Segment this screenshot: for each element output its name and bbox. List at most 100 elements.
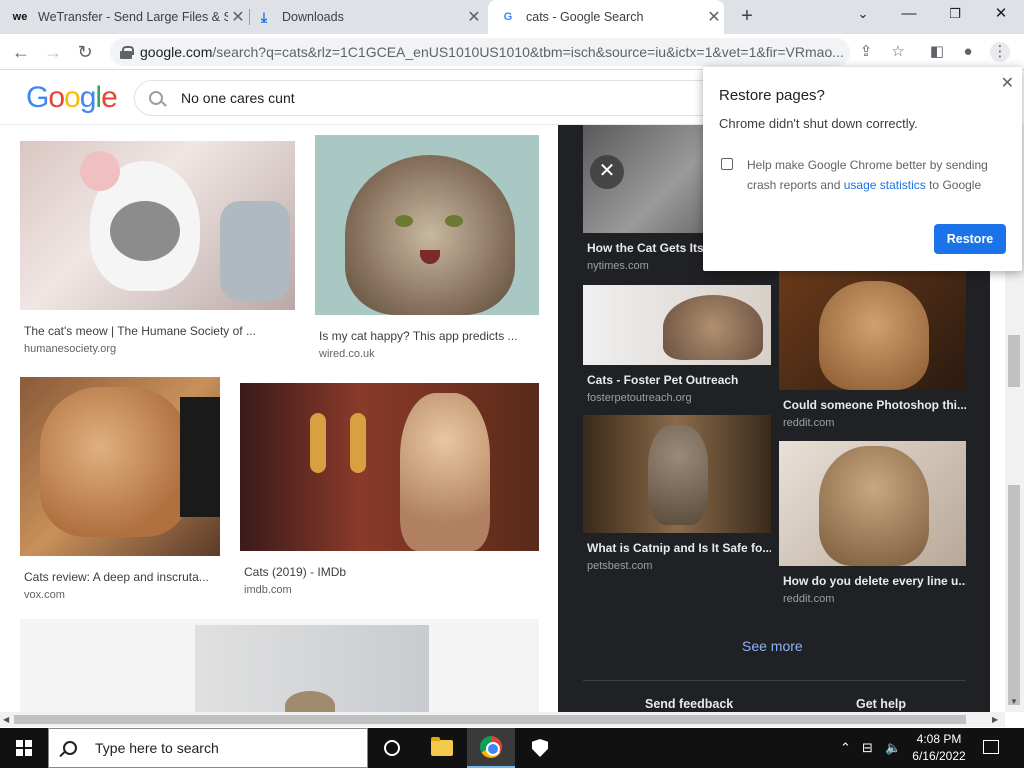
- wetransfer-icon: we: [12, 11, 28, 23]
- result-card[interactable]: Cats review: A deep and inscruta... vox.…: [20, 377, 220, 601]
- result-caption[interactable]: Cats review: A deep and inscruta...: [20, 570, 220, 584]
- result-caption[interactable]: Cats (2019) - IMDb: [240, 565, 539, 579]
- browser-toolbar: ← → ↻ google.com/search?q=cats&rlz=1C1GC…: [0, 34, 1024, 70]
- horizontal-scrollbar[interactable]: ◀ ▶: [0, 712, 1005, 727]
- tab-search-icon[interactable]: ⌄: [840, 0, 886, 30]
- usage-statistics-link[interactable]: usage statistics: [844, 178, 926, 192]
- scroll-thumb[interactable]: [1008, 335, 1020, 387]
- network-icon[interactable]: ⊟: [862, 740, 873, 756]
- result-caption[interactable]: The cat's meow | The Humane Society of .…: [20, 324, 295, 338]
- scroll-thumb[interactable]: [1008, 485, 1020, 705]
- result-card[interactable]: The cat's meow | The Humane Society of .…: [20, 141, 295, 355]
- preview-item[interactable]: What is Catnip and Is It Safe fo... pets…: [583, 415, 771, 572]
- download-icon: ⤓: [260, 8, 268, 25]
- preview-image[interactable]: [779, 271, 966, 390]
- result-source: wired.co.uk: [319, 348, 375, 360]
- security-taskbar-button[interactable]: [516, 728, 564, 768]
- preview-title[interactable]: How do you delete every line u...: [779, 574, 966, 588]
- share-icon[interactable]: ⇪: [856, 42, 876, 62]
- chevron-up-icon[interactable]: ⌃: [840, 740, 851, 756]
- bookmark-star-icon[interactable]: ☆: [888, 42, 908, 62]
- get-help-link[interactable]: Get help: [856, 697, 906, 711]
- volume-icon[interactable]: 🔈: [885, 740, 901, 756]
- preview-image[interactable]: [779, 441, 966, 566]
- search-icon[interactable]: [149, 91, 163, 105]
- close-tab-icon[interactable]: ✕: [464, 7, 484, 27]
- close-tab-icon[interactable]: ✕: [228, 7, 248, 27]
- result-image[interactable]: [20, 141, 295, 310]
- preview-source: fosterpetoutreach.org: [587, 392, 692, 404]
- scroll-right-arrow[interactable]: ▶: [992, 715, 998, 724]
- preview-item[interactable]: Cats - Foster Pet Outreach fosterpetoutr…: [583, 285, 771, 404]
- menu-kebab-icon[interactable]: ⋮: [990, 42, 1010, 62]
- close-preview-icon[interactable]: ✕: [590, 155, 624, 189]
- result-card[interactable]: Is my cat happy? This app predicts ... w…: [315, 135, 539, 360]
- url-text: google.com/search?q=cats&rlz=1C1GCEA_enU…: [140, 44, 844, 60]
- start-button[interactable]: [0, 728, 48, 768]
- cortana-button[interactable]: [368, 728, 416, 768]
- file-explorer-button[interactable]: [418, 728, 466, 768]
- lock-icon[interactable]: [120, 46, 134, 59]
- result-source: imdb.com: [244, 584, 292, 596]
- taskbar-search-placeholder: Type here to search: [95, 740, 219, 756]
- google-icon: G: [503, 11, 513, 23]
- windows-taskbar: Type here to search ⌃ ⊟ 🔈 4:08 PM 6/16/2…: [0, 728, 1024, 768]
- back-button[interactable]: ←: [8, 40, 34, 64]
- preview-item[interactable]: How do you delete every line u... reddit…: [779, 441, 966, 605]
- taskbar-search[interactable]: Type here to search: [48, 728, 368, 768]
- preview-source: reddit.com: [783, 417, 835, 429]
- preview-source: petsbest.com: [587, 560, 653, 572]
- folder-icon: [431, 737, 453, 756]
- preview-image[interactable]: [583, 415, 771, 533]
- restore-pages-dialog: ✕ Restore pages? Chrome didn't shut down…: [703, 67, 1022, 271]
- result-image[interactable]: [20, 377, 220, 556]
- close-dialog-icon[interactable]: ✕: [1001, 73, 1014, 93]
- send-feedback-link[interactable]: Send feedback: [645, 697, 733, 711]
- side-panel-icon[interactable]: ◧: [927, 42, 947, 62]
- result-caption[interactable]: Is my cat happy? This app predicts ...: [315, 329, 539, 343]
- see-more-link[interactable]: See more: [742, 638, 803, 654]
- result-image[interactable]: [315, 135, 539, 315]
- result-source: vox.com: [24, 589, 65, 601]
- dialog-title: Restore pages?: [719, 87, 825, 104]
- tab-strip: we WeTransfer - Send Large Files & S ✕ ⤓…: [0, 0, 1024, 34]
- close-tab-icon[interactable]: ✕: [704, 7, 724, 27]
- crash-report-checkbox[interactable]: [721, 158, 733, 170]
- image-results-grid: The cat's meow | The Humane Society of .…: [0, 125, 558, 712]
- google-logo[interactable]: Google: [26, 81, 118, 115]
- result-image[interactable]: [240, 383, 539, 551]
- system-clock[interactable]: 4:08 PM 6/16/2022: [900, 731, 978, 765]
- scroll-thumb[interactable]: [14, 715, 966, 724]
- tab-downloads[interactable]: ⤓ Downloads ✕: [256, 0, 484, 34]
- forward-button[interactable]: →: [40, 40, 66, 64]
- restore-window-button[interactable]: ❐: [932, 0, 978, 30]
- notification-icon[interactable]: [983, 740, 999, 754]
- tab-google-search[interactable]: G cats - Google Search ✕: [488, 0, 724, 34]
- minimize-button[interactable]: —: [886, 0, 932, 30]
- profile-icon[interactable]: ●: [958, 42, 978, 62]
- result-card[interactable]: [20, 619, 539, 712]
- search-input[interactable]: [181, 90, 681, 106]
- search-box[interactable]: [134, 80, 754, 116]
- clock-date: 6/16/2022: [912, 749, 966, 763]
- preview-item[interactable]: Could someone Photoshop thi... reddit.co…: [779, 271, 966, 429]
- close-window-button[interactable]: ✕: [978, 0, 1024, 30]
- clock-time: 4:08 PM: [916, 732, 962, 746]
- reload-button[interactable]: ↻: [72, 40, 98, 64]
- tab-separator: [249, 9, 250, 25]
- preview-image[interactable]: [583, 285, 771, 365]
- preview-title[interactable]: Cats - Foster Pet Outreach: [583, 373, 771, 387]
- result-image[interactable]: [20, 619, 539, 712]
- preview-title[interactable]: What is Catnip and Is It Safe fo...: [583, 541, 771, 555]
- tab-wetransfer[interactable]: we WeTransfer - Send Large Files & S ✕: [12, 0, 248, 34]
- tab-title: cats - Google Search: [526, 10, 644, 24]
- chrome-taskbar-button[interactable]: [467, 728, 515, 768]
- result-card[interactable]: Cats (2019) - IMDb imdb.com: [240, 383, 539, 596]
- restore-button[interactable]: Restore: [934, 224, 1006, 254]
- address-bar[interactable]: google.com/search?q=cats&rlz=1C1GCEA_enU…: [110, 38, 850, 66]
- scroll-left-arrow[interactable]: ◀: [3, 715, 9, 724]
- feedback-bar: Send feedback Get help: [583, 680, 966, 712]
- new-tab-button[interactable]: +: [736, 6, 758, 28]
- scroll-down-arrow[interactable]: ▼: [1010, 697, 1018, 706]
- preview-title[interactable]: Could someone Photoshop thi...: [779, 398, 966, 412]
